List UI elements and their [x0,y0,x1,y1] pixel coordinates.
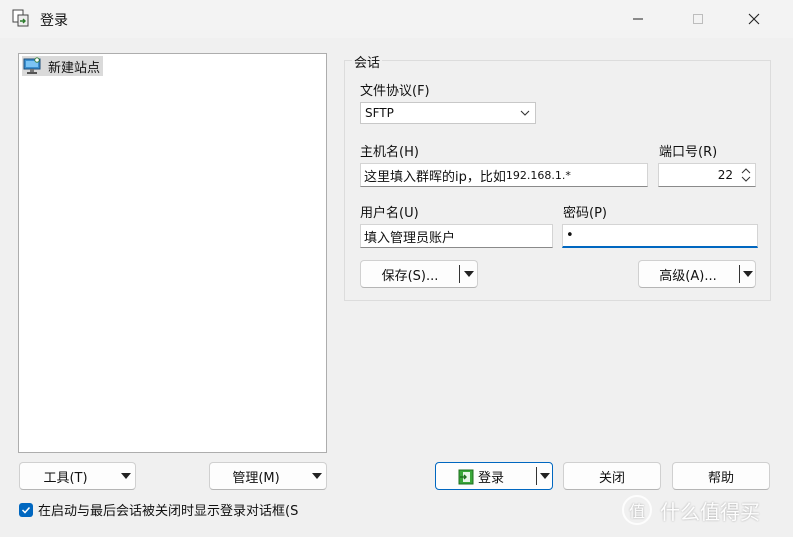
port-value: 22 [717,168,733,182]
watermark-logo-icon: 值 [622,495,652,525]
username-value: 填入管理员账户 [364,230,456,246]
advanced-button-label: 高级(A)... [659,268,717,284]
host-value-text: 这里填入群晖的ip，比如 [364,169,506,185]
close-button[interactable]: 关闭 [563,462,661,490]
window-title: 登录 [40,13,68,29]
maximize-icon [693,14,703,24]
tree-item-label: 新建站点 [48,60,101,76]
host-value-ip: 192.168.1.* [505,168,571,182]
save-button[interactable]: 保存(S)... [360,260,478,288]
dropdown-arrow-icon[interactable] [463,270,475,278]
close-icon [748,13,760,25]
host-label: 主机名(H) [360,145,419,160]
port-stepper[interactable]: 22 [658,163,756,187]
password-input[interactable]: • [562,224,758,248]
host-input[interactable]: 这里填入群晖的ip，比如 192.168.1.* [360,163,648,187]
checkmark-icon [21,506,31,514]
login-icon [458,469,474,485]
username-input[interactable]: 填入管理员账户 [360,224,553,248]
dropdown-arrow-icon [312,473,322,479]
help-button[interactable]: 帮助 [672,462,770,490]
tools-button-label: 工具(T) [43,470,88,486]
protocol-value: SFTP [365,106,394,120]
help-button-label: 帮助 [707,470,734,486]
dropdown-arrow-icon[interactable] [539,472,551,480]
show-login-dialog-option[interactable]: 在启动与最后会话被关闭时显示登录对话框(S [19,500,298,519]
advanced-button[interactable]: 高级(A)... [638,260,756,288]
password-value: • [566,228,574,243]
spinner-arrows-icon[interactable] [739,165,753,185]
minimize-button[interactable] [626,8,650,30]
chevron-down-icon [520,110,530,116]
protocol-select[interactable]: SFTP [360,102,536,124]
username-label: 用户名(U) [360,206,419,221]
show-login-checkbox-label: 在启动与最后会话被关闭时显示登录对话框(S [38,504,299,519]
port-label: 端口号(R) [659,145,718,160]
winscp-app-icon [12,9,29,27]
login-button-label: 登录 [477,470,504,486]
save-button-label: 保存(S)... [381,268,439,284]
minimize-icon [633,18,643,20]
title-bar: 登录 [0,0,793,38]
split-separator [739,265,740,283]
close-window-button[interactable] [742,8,766,30]
split-separator [459,265,460,283]
session-group-title: 会话 [352,52,383,71]
manage-button-label: 管理(M) [232,470,280,486]
watermark: 值 什么值得买 [622,495,760,525]
tree-item-new-site[interactable]: 新建站点 [22,56,104,76]
computer-icon [23,57,41,74]
protocol-label: 文件协议(F) [360,84,430,99]
watermark-text: 什么值得买 [660,499,760,524]
dropdown-arrow-icon[interactable] [742,270,754,278]
close-button-label: 关闭 [598,470,625,486]
maximize-button [686,8,710,30]
tools-button[interactable]: 工具(T) [19,462,136,490]
password-label: 密码(P) [563,206,607,221]
dropdown-arrow-icon [121,473,131,479]
login-button[interactable]: 登录 [435,462,553,490]
split-separator [536,467,537,485]
site-tree[interactable]: 新建站点 [18,53,327,453]
show-login-checkbox[interactable] [19,502,33,517]
manage-button[interactable]: 管理(M) [209,462,327,490]
